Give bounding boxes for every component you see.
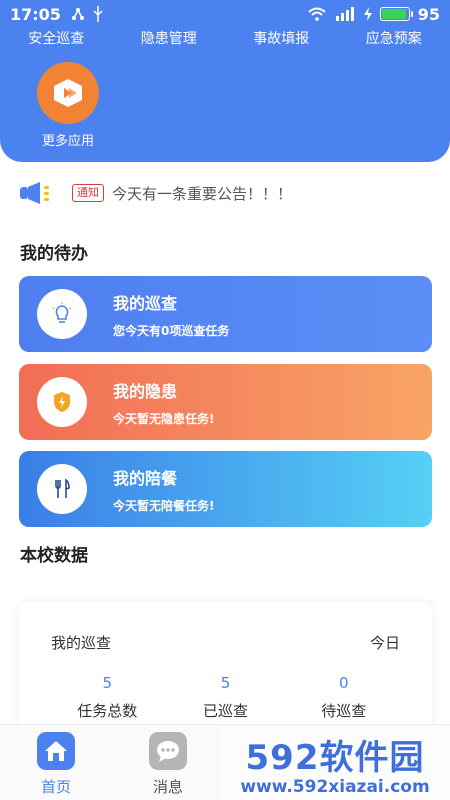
watermark-url: www.592xiazai.com [240, 776, 430, 797]
meal-card-title: 我的陪餐 [113, 468, 178, 488]
hazard-card-subtitle: 今天暂无隐患任务! [113, 411, 215, 426]
tab-messages-label: 消息 [152, 778, 183, 796]
more-apps-button[interactable]: 更多应用 [28, 62, 108, 149]
watermark-logo: 592软件园 www.592xiazai.com [220, 726, 450, 800]
charging-icon [363, 7, 372, 21]
stat-value: 5 [220, 674, 231, 692]
todo-card-hazard[interactable]: 我的隐患 今天暂无隐患任务! [19, 364, 432, 440]
tab-home-label: 首页 [40, 778, 71, 796]
patrol-stats-card[interactable]: 我的巡查 今日 5 任务总数 5 已巡查 0 待巡查 [19, 602, 432, 732]
hazard-card-title: 我的隐患 [113, 381, 178, 401]
quick-nav-hazard-management[interactable]: 隐患管理 [113, 28, 226, 50]
status-icons-left [71, 6, 103, 22]
home-icon [37, 732, 75, 770]
tab-messages[interactable]: 消息 [112, 725, 224, 800]
quick-nav-emergency-plan[interactable]: 应急预案 [338, 28, 450, 50]
meal-card-text: 我的陪餐 今天暂无陪餐任务! [113, 465, 214, 514]
stat-total-tasks: 5 任务总数 [49, 674, 165, 721]
quick-nav: 安全巡查 隐患管理 事故填报 应急预案 [0, 28, 450, 50]
battery-level: 95 [417, 4, 440, 24]
status-icons-right: 95 [308, 5, 440, 24]
more-apps-label: 更多应用 [41, 134, 94, 149]
todo-card-meal[interactable]: 我的陪餐 今天暂无陪餐任务! [19, 451, 432, 527]
meal-card-subtitle: 今天暂无陪餐任务! [113, 498, 215, 513]
box-arrow-icon [37, 62, 99, 124]
patrol-card-subtitle: 您今天有0项巡查任务 [113, 323, 230, 338]
megaphone-icon [20, 182, 49, 204]
quick-nav-safety-patrol[interactable]: 安全巡查 [0, 28, 113, 50]
usb-icon [93, 6, 103, 22]
stat-label: 待巡查 [321, 702, 367, 720]
stat-value: 5 [102, 674, 113, 692]
share-icon [71, 8, 84, 20]
notice-badge: 通知 [72, 184, 104, 202]
notice-text: 今天有一条重要公告！！！ [112, 184, 293, 203]
tab-home[interactable]: 首页 [0, 725, 112, 800]
battery-icon [379, 7, 413, 21]
patrol-card-title: 我的巡查 [113, 293, 178, 313]
lightbulb-icon [37, 289, 87, 339]
signal-icon [335, 7, 354, 21]
stat-patrolled: 5 已巡查 [167, 674, 283, 721]
stats-period[interactable]: 今日 [370, 632, 400, 653]
wifi-icon [308, 7, 326, 21]
stats-row: 5 任务总数 5 已巡查 0 待巡查 [49, 674, 402, 721]
quick-nav-accident-report[interactable]: 事故填报 [225, 28, 338, 50]
battery-fill [381, 9, 407, 19]
notice-bar[interactable]: 通知 今天有一条重要公告！！！ [18, 177, 432, 209]
stat-label: 任务总数 [77, 702, 138, 720]
stat-pending: 0 待巡查 [286, 674, 402, 721]
hazard-card-text: 我的隐患 今天暂无隐患任务! [113, 378, 214, 427]
header-banner: 17:05 95 安全巡查 隐患管理 事故填报 应急预案 更多应用 [0, 0, 450, 162]
stats-card-header: 我的巡查 今日 [51, 632, 400, 653]
watermark-main: 592软件园 [245, 737, 425, 778]
todo-card-patrol[interactable]: 我的巡查 您今天有0项巡查任务 [19, 276, 432, 352]
stats-card-title: 我的巡查 [51, 634, 112, 652]
chat-bubble-icon [149, 732, 187, 770]
fork-knife-icon [37, 464, 87, 514]
status-bar: 17:05 95 [0, 0, 450, 28]
shield-bolt-icon [37, 377, 87, 427]
status-time: 17:05 [10, 4, 61, 24]
todo-section-title: 我的待办 [20, 244, 88, 264]
patrol-card-text: 我的巡查 您今天有0项巡查任务 [113, 290, 229, 339]
stat-label: 已巡查 [202, 702, 248, 720]
school-data-title: 本校数据 [20, 546, 88, 566]
stat-value: 0 [338, 674, 349, 692]
